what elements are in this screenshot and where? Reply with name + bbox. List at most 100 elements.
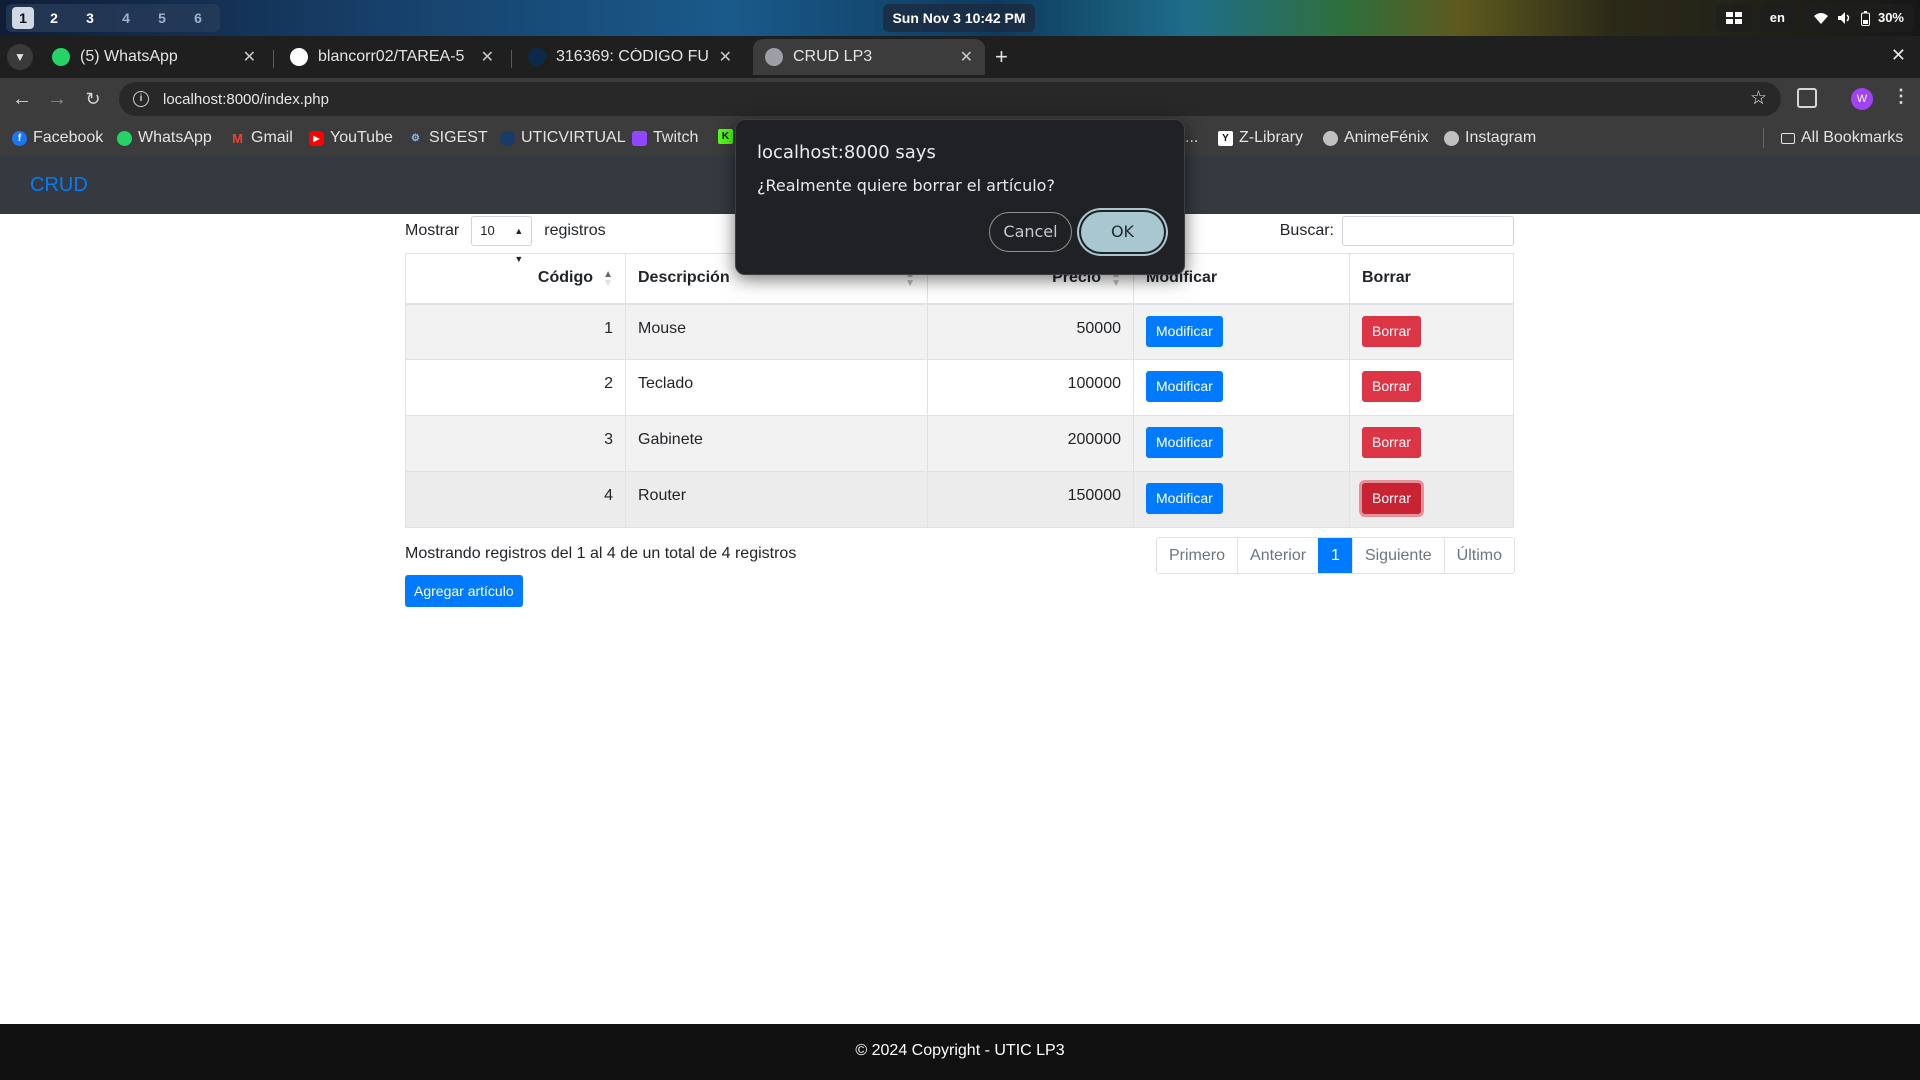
- address-text[interactable]: localhost:8000/index.php: [163, 91, 329, 108]
- bookmark-facebook[interactable]: f Facebook: [12, 129, 103, 147]
- cell-precio: 100000: [927, 359, 1134, 416]
- close-window-icon[interactable]: ✕: [1891, 45, 1906, 66]
- bookmark-animefenix[interactable]: AnimeFénix: [1323, 129, 1428, 147]
- battery-percent: 30%: [1877, 10, 1904, 25]
- workspace-5[interactable]: 5: [146, 7, 178, 29]
- whatsapp-icon: [117, 130, 132, 146]
- cell-precio: 200000: [927, 415, 1134, 472]
- uticvirtual-icon: [500, 130, 515, 146]
- workspace-3[interactable]: 3: [74, 7, 106, 29]
- all-bookmarks-label: All Bookmarks: [1801, 129, 1904, 146]
- modify-button[interactable]: Modificar: [1146, 483, 1223, 514]
- keyboard-layout[interactable]: en: [1759, 4, 1795, 32]
- tab-crud-lp3[interactable]: CRUD LP3 ✕: [753, 39, 985, 75]
- modify-button[interactable]: Modificar: [1146, 315, 1223, 347]
- zlibrary-icon: Y: [1218, 130, 1233, 146]
- forward-icon[interactable]: →: [44, 86, 70, 112]
- tab-close-icon[interactable]: ✕: [960, 47, 973, 67]
- modify-button[interactable]: Modificar: [1146, 371, 1223, 402]
- bookmark-star-icon[interactable]: ☆: [1750, 87, 1767, 110]
- tab-close-icon[interactable]: ✕: [719, 47, 732, 67]
- workspace-4[interactable]: 4: [110, 7, 142, 29]
- bookmark-sigest[interactable]: ⚙ SIGEST: [408, 129, 488, 147]
- pager-next[interactable]: Siguiente: [1351, 538, 1444, 573]
- navbar-brand[interactable]: CRUD: [30, 174, 88, 197]
- status-menu[interactable]: 30%: [1802, 4, 1914, 32]
- cell-borrar: Borrar: [1349, 303, 1514, 360]
- cell-precio: 150000: [927, 471, 1134, 528]
- add-article-button[interactable]: Agregar artículo: [405, 575, 523, 607]
- window-overview-icon[interactable]: [1715, 4, 1752, 32]
- tab-close-icon[interactable]: ✕: [481, 47, 494, 67]
- bookmark-whatsapp[interactable]: WhatsApp: [117, 129, 212, 147]
- search-label: Buscar:: [1279, 222, 1334, 239]
- workspace-2[interactable]: 2: [38, 7, 70, 29]
- globe-icon: [1323, 130, 1338, 146]
- workspace-1[interactable]: 1: [12, 7, 34, 29]
- cell-modificar: Modificar: [1133, 471, 1350, 528]
- tab-codigo-fuente[interactable]: 316369: CÓDIGO FUEN ✕: [516, 39, 744, 75]
- tab-title: blancorr02/TAREA-5: [318, 48, 465, 65]
- all-bookmarks[interactable]: All Bookmarks: [1781, 129, 1903, 147]
- bookmark-kick[interactable]: K: [718, 129, 733, 144]
- column-title: Código: [537, 269, 593, 287]
- clock[interactable]: Sun Nov 3 10:42 PM: [883, 4, 1035, 32]
- bookmark-overflow[interactable]: ...: [1185, 129, 1198, 147]
- modify-button[interactable]: Modificar: [1146, 427, 1223, 458]
- dialog-cancel-button[interactable]: Cancel: [989, 212, 1072, 252]
- table-row: 3 Gabinete 200000 Modificar Borrar: [405, 415, 1514, 472]
- delete-button[interactable]: Borrar: [1362, 483, 1421, 514]
- bookmark-label: Z-Library: [1239, 129, 1304, 146]
- pager-first[interactable]: Primero: [1157, 538, 1237, 573]
- tab-whatsapp[interactable]: (5) WhatsApp ✕: [40, 39, 268, 75]
- bookmark-instagram[interactable]: Instagram: [1444, 129, 1536, 147]
- workspace-switcher[interactable]: 1 2 3 4 5 6: [6, 4, 220, 32]
- delete-button[interactable]: Borrar: [1362, 315, 1421, 347]
- menu-kebab-icon[interactable]: ⋮: [1892, 86, 1910, 107]
- cell-modificar: Modificar: [1133, 303, 1350, 360]
- site-icon: [528, 48, 546, 66]
- bookmark-zlibrary[interactable]: Y Z-Library: [1218, 129, 1303, 147]
- pager-previous[interactable]: Anterior: [1237, 538, 1318, 573]
- tab-github[interactable]: blancorr02/TAREA-5 ✕: [278, 39, 506, 75]
- column-title: Descripción: [638, 269, 730, 287]
- bookmark-uticvirtual[interactable]: UTICVIRTUAL: [500, 129, 626, 147]
- back-icon[interactable]: ←: [9, 86, 35, 112]
- tab-search-chevron-icon[interactable]: ▼: [7, 44, 33, 70]
- dialog-title: localhost:8000 says: [757, 142, 936, 163]
- wifi-icon: [1813, 12, 1828, 24]
- delete-button[interactable]: Borrar: [1362, 427, 1421, 458]
- bookmark-gmail[interactable]: M Gmail: [230, 129, 293, 147]
- search-control: Buscar:: [1280, 216, 1514, 246]
- address-bar[interactable]: i localhost:8000/index.php ☆: [119, 82, 1781, 116]
- extensions-icon[interactable]: [1797, 88, 1817, 108]
- cell-modificar: Modificar: [1133, 415, 1350, 472]
- grid-icon: [1725, 12, 1742, 24]
- search-input[interactable]: [1342, 216, 1514, 246]
- page-length-select[interactable]: 10 ▲ ▼: [471, 216, 533, 264]
- bookmark-twitch[interactable]: Twitch: [632, 129, 698, 147]
- whatsapp-icon: [52, 48, 70, 66]
- globe-icon: [765, 48, 783, 66]
- bookmark-label: UTICVIRTUAL: [521, 129, 626, 146]
- workspace-6[interactable]: 6: [182, 7, 214, 29]
- youtube-icon: ▶: [309, 130, 324, 146]
- tab-close-icon[interactable]: ✕: [243, 47, 256, 67]
- page-length-control: Mostrar 10 ▲ ▼ registros: [405, 216, 606, 264]
- bookmark-label: YouTube: [330, 129, 393, 146]
- pager-last[interactable]: Último: [1443, 538, 1514, 573]
- table-row: 2 Teclado 100000 Modificar Borrar: [405, 359, 1514, 416]
- delete-button[interactable]: Borrar: [1362, 371, 1421, 402]
- column-header-codigo[interactable]: Código ▲ ▼: [405, 253, 626, 305]
- pager-page-1[interactable]: 1: [1318, 538, 1352, 573]
- site-info-icon[interactable]: i: [133, 91, 149, 107]
- profile-avatar[interactable]: W: [1851, 88, 1873, 110]
- dialog-ok-button[interactable]: OK: [1081, 212, 1164, 252]
- new-tab-icon[interactable]: +: [995, 44, 1008, 70]
- kick-icon: K: [718, 129, 733, 144]
- reload-icon[interactable]: ↻: [80, 86, 106, 112]
- globe-icon: [1444, 130, 1459, 146]
- cell-codigo: 4: [405, 471, 626, 528]
- cell-descripcion: Mouse: [625, 303, 928, 360]
- bookmark-youtube[interactable]: ▶ YouTube: [309, 129, 393, 147]
